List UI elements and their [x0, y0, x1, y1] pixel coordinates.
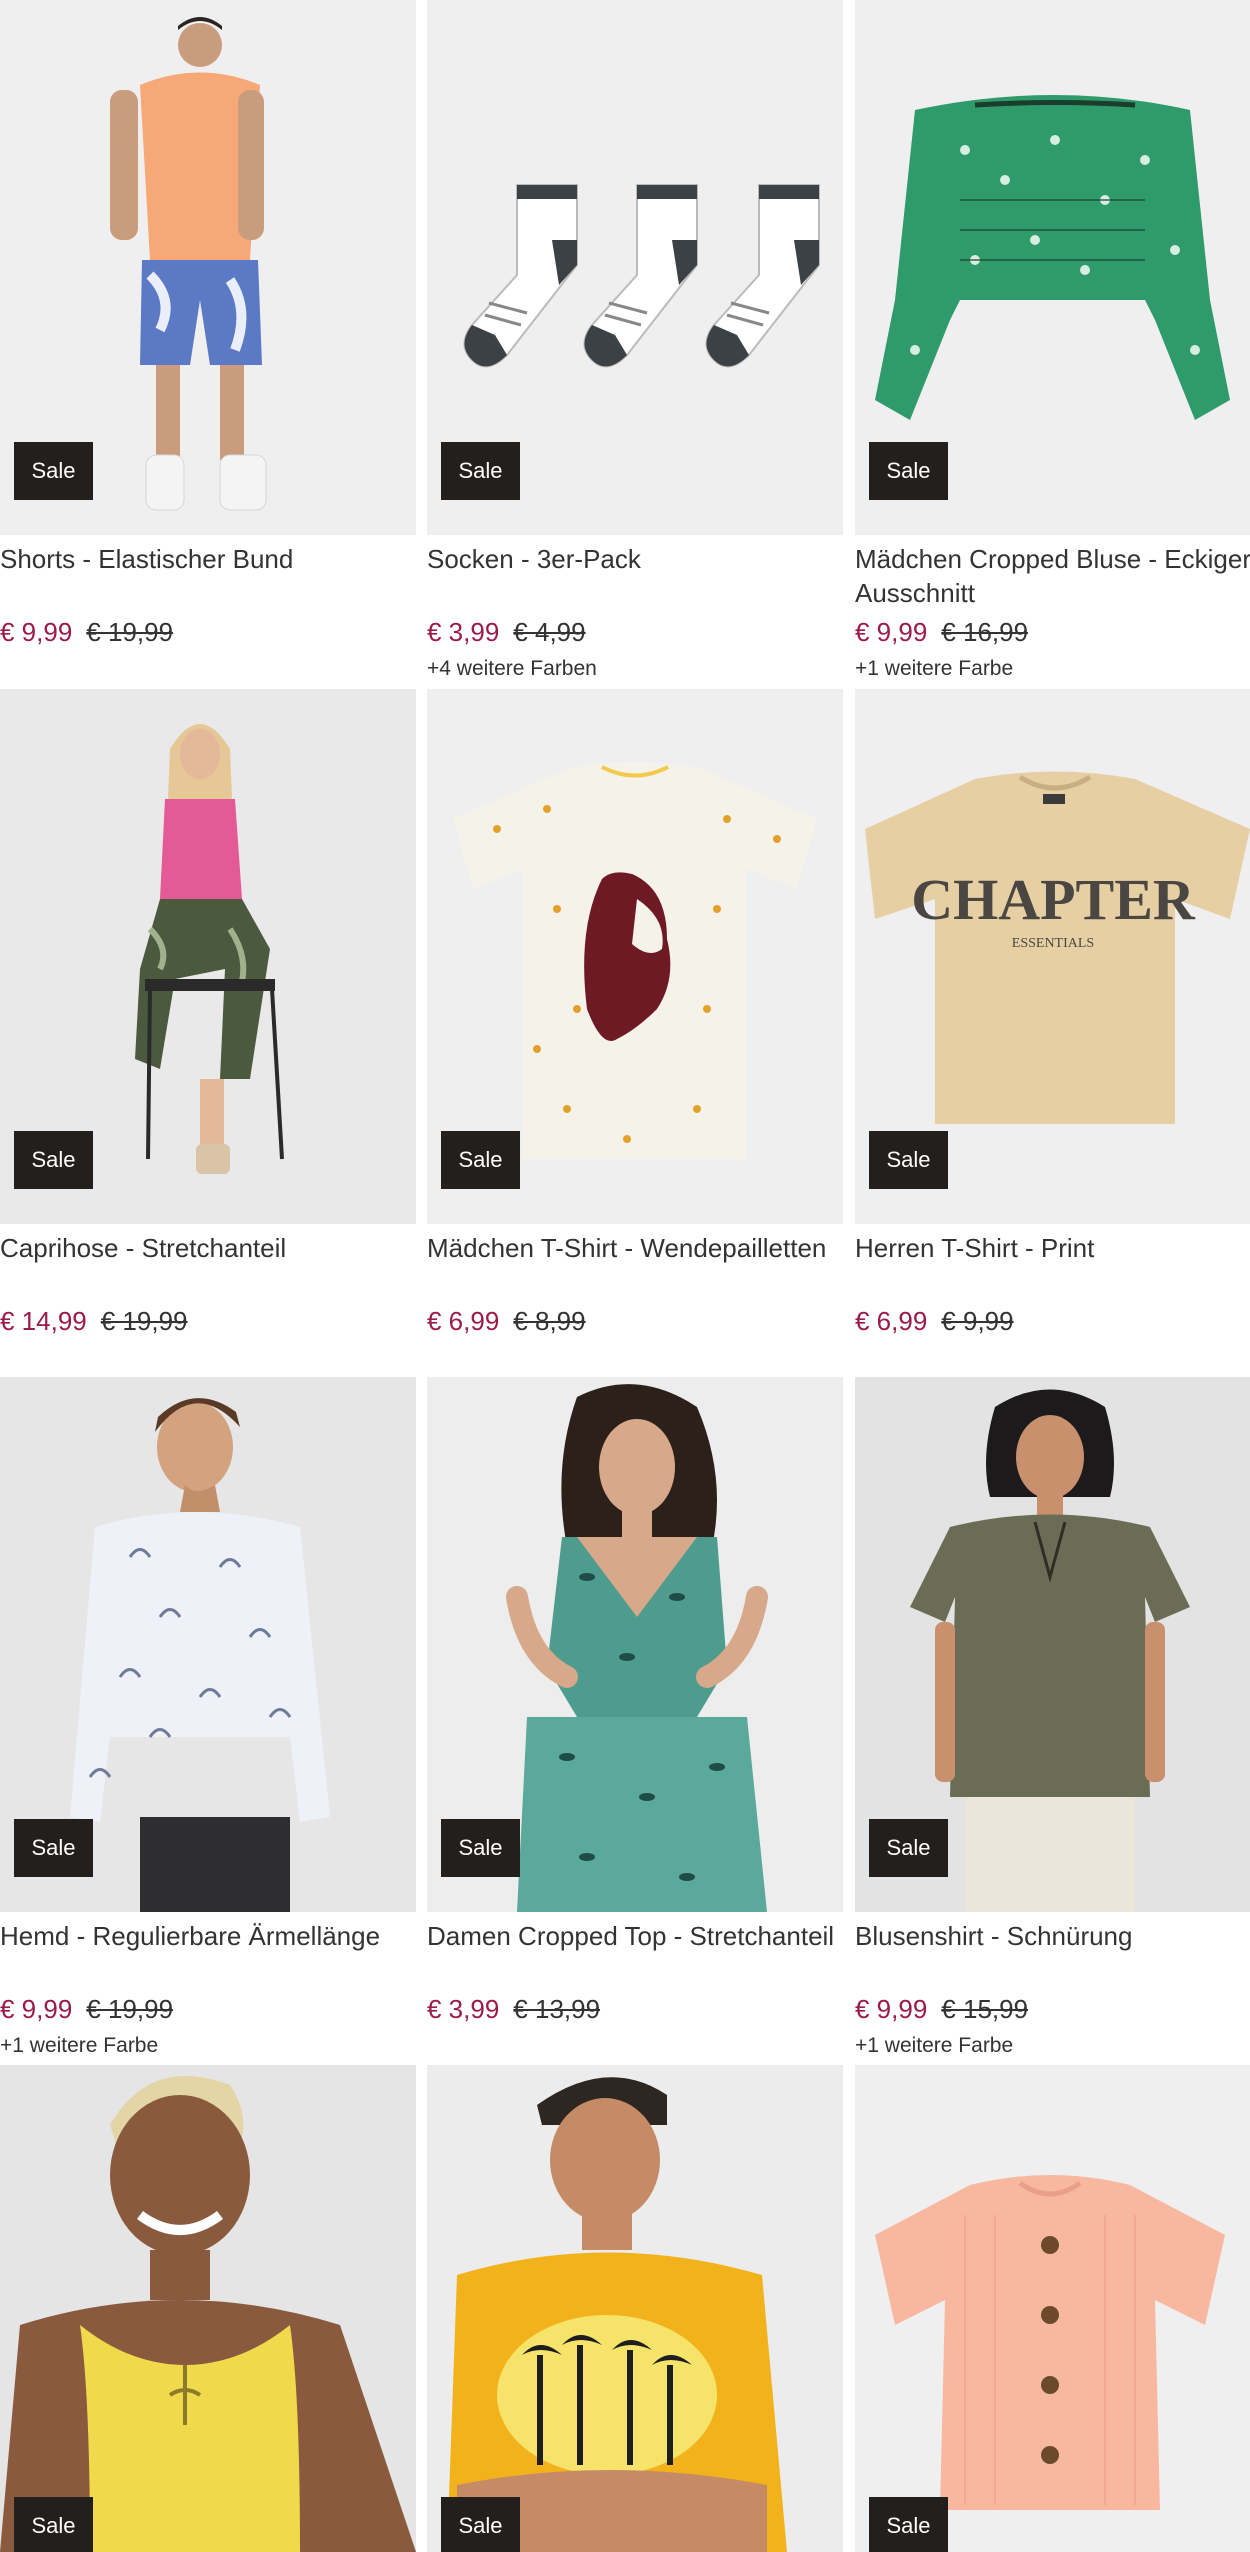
- sale-badge: Sale: [441, 442, 520, 500]
- sale-badge: Sale: [14, 1819, 93, 1877]
- original-price: € 16,99: [941, 617, 1029, 647]
- sale-price: € 9,99: [0, 617, 73, 647]
- sale-badge: Sale: [14, 2497, 93, 2552]
- product-image[interactable]: Sale: [0, 1377, 416, 1912]
- product-title[interactable]: Blusenshirt - Schnürung: [855, 1919, 1250, 1953]
- original-price: € 4,99: [513, 617, 586, 647]
- product-title[interactable]: Mädchen T-Shirt - Wendepailletten: [427, 1231, 887, 1265]
- product-title[interactable]: Hemd - Regulierbare Ärmellänge: [0, 1919, 460, 1953]
- product-tile[interactable]: Sale Mädchen Cropped Bluse - Eckiger Aus…: [855, 0, 1250, 690]
- more-colors-link[interactable]: +1 weitere Farbe: [855, 2032, 1013, 2060]
- sale-price: € 9,99: [855, 1994, 928, 2024]
- product-title[interactable]: Herren T-Shirt - Print: [855, 1231, 1250, 1265]
- sale-badge: Sale: [441, 1819, 520, 1877]
- sale-price: € 6,99: [855, 1306, 928, 1336]
- sale-price: € 14,99: [0, 1306, 87, 1336]
- product-prices: € 9,99 € 19,99: [0, 1992, 173, 2026]
- original-price: € 19,99: [86, 1994, 174, 2024]
- sale-badge: Sale: [869, 442, 948, 500]
- product-image[interactable]: Sale: [0, 689, 416, 1224]
- sale-badge: Sale: [441, 2497, 520, 2552]
- product-tile[interactable]: Sale Shorts - Elastischer Bund € 9,99 € 1…: [0, 0, 416, 690]
- print-text: CHAPTER: [911, 867, 1196, 932]
- product-prices: € 9,99 € 15,99: [855, 1992, 1028, 2026]
- sale-badge: Sale: [14, 442, 93, 500]
- product-prices: € 6,99 € 9,99: [855, 1304, 1014, 1338]
- product-title[interactable]: Damen Cropped Top - Stretchanteil: [427, 1919, 843, 1953]
- product-image[interactable]: Sale: [0, 2065, 416, 2552]
- product-tile[interactable]: Sale: [0, 2065, 416, 2552]
- product-image[interactable]: Sale: [427, 689, 843, 1224]
- product-title[interactable]: Caprihose - Stretchanteil: [0, 1231, 416, 1265]
- product-title[interactable]: Mädchen Cropped Bluse - Eckiger Ausschni…: [855, 542, 1250, 610]
- sale-badge: Sale: [14, 1131, 93, 1189]
- product-tile[interactable]: Sale Hemd - Regulierbare Ärmellänge € 9,…: [0, 1377, 416, 2067]
- sale-badge: Sale: [869, 1131, 948, 1189]
- product-tile[interactable]: CHAPTER ESSENTIALS Sale Herren T-Shirt -…: [855, 689, 1250, 1379]
- product-prices: € 9,99 € 19,99: [0, 615, 173, 649]
- product-prices: € 3,99 € 13,99: [427, 1992, 600, 2026]
- product-tile[interactable]: Sale: [427, 2065, 843, 2552]
- sale-price: € 3,99: [427, 1994, 500, 2024]
- product-tile[interactable]: Sale Socken - 3er-Pack € 3,99 € 4,99 +4 w…: [427, 0, 843, 690]
- product-title[interactable]: Socken - 3er-Pack: [427, 542, 843, 576]
- product-prices: € 6,99 € 8,99: [427, 1304, 586, 1338]
- product-image[interactable]: Sale: [427, 0, 843, 535]
- product-title[interactable]: Shorts - Elastischer Bund: [0, 542, 416, 576]
- product-tile[interactable]: Sale Damen Cropped Top - Stretchanteil €…: [427, 1377, 843, 2067]
- sale-badge: Sale: [441, 1131, 520, 1189]
- product-image[interactable]: Sale: [855, 0, 1250, 535]
- product-image[interactable]: Sale: [855, 1377, 1250, 1912]
- sale-price: € 9,99: [855, 617, 928, 647]
- product-tile[interactable]: Sale Mädchen T-Shirt - Wendepailletten €…: [427, 689, 843, 1379]
- product-tile[interactable]: Sale Caprihose - Stretchanteil € 14,99 € …: [0, 689, 416, 1379]
- original-price: € 8,99: [513, 1306, 586, 1336]
- more-colors-link[interactable]: +1 weitere Farbe: [0, 2032, 158, 2060]
- product-prices: € 9,99 € 16,99: [855, 615, 1028, 649]
- sale-price: € 3,99: [427, 617, 500, 647]
- more-colors-link[interactable]: +4 weitere Farben: [427, 655, 597, 683]
- original-price: € 19,99: [100, 1306, 188, 1336]
- print-subtext: ESSENTIALS: [1012, 936, 1094, 951]
- product-image[interactable]: CHAPTER ESSENTIALS Sale: [855, 689, 1250, 1224]
- original-price: € 15,99: [941, 1994, 1029, 2024]
- product-image[interactable]: Sale: [427, 1377, 843, 1912]
- original-price: € 13,99: [513, 1994, 601, 2024]
- product-image[interactable]: Sale: [0, 0, 416, 535]
- product-prices: € 14,99 € 19,99: [0, 1304, 188, 1338]
- sale-badge: Sale: [869, 2497, 948, 2552]
- sale-price: € 6,99: [427, 1306, 500, 1336]
- original-price: € 9,99: [941, 1306, 1014, 1336]
- sale-badge: Sale: [869, 1819, 948, 1877]
- product-tile[interactable]: Sale Blusenshirt - Schnürung € 9,99 € 15,…: [855, 1377, 1250, 2067]
- sale-price: € 9,99: [0, 1994, 73, 2024]
- product-tile[interactable]: Sale: [855, 2065, 1250, 2552]
- product-prices: € 3,99 € 4,99: [427, 615, 586, 649]
- original-price: € 19,99: [86, 617, 174, 647]
- more-colors-link[interactable]: +1 weitere Farbe: [855, 655, 1013, 683]
- product-image[interactable]: Sale: [427, 2065, 843, 2552]
- product-image[interactable]: Sale: [855, 2065, 1250, 2552]
